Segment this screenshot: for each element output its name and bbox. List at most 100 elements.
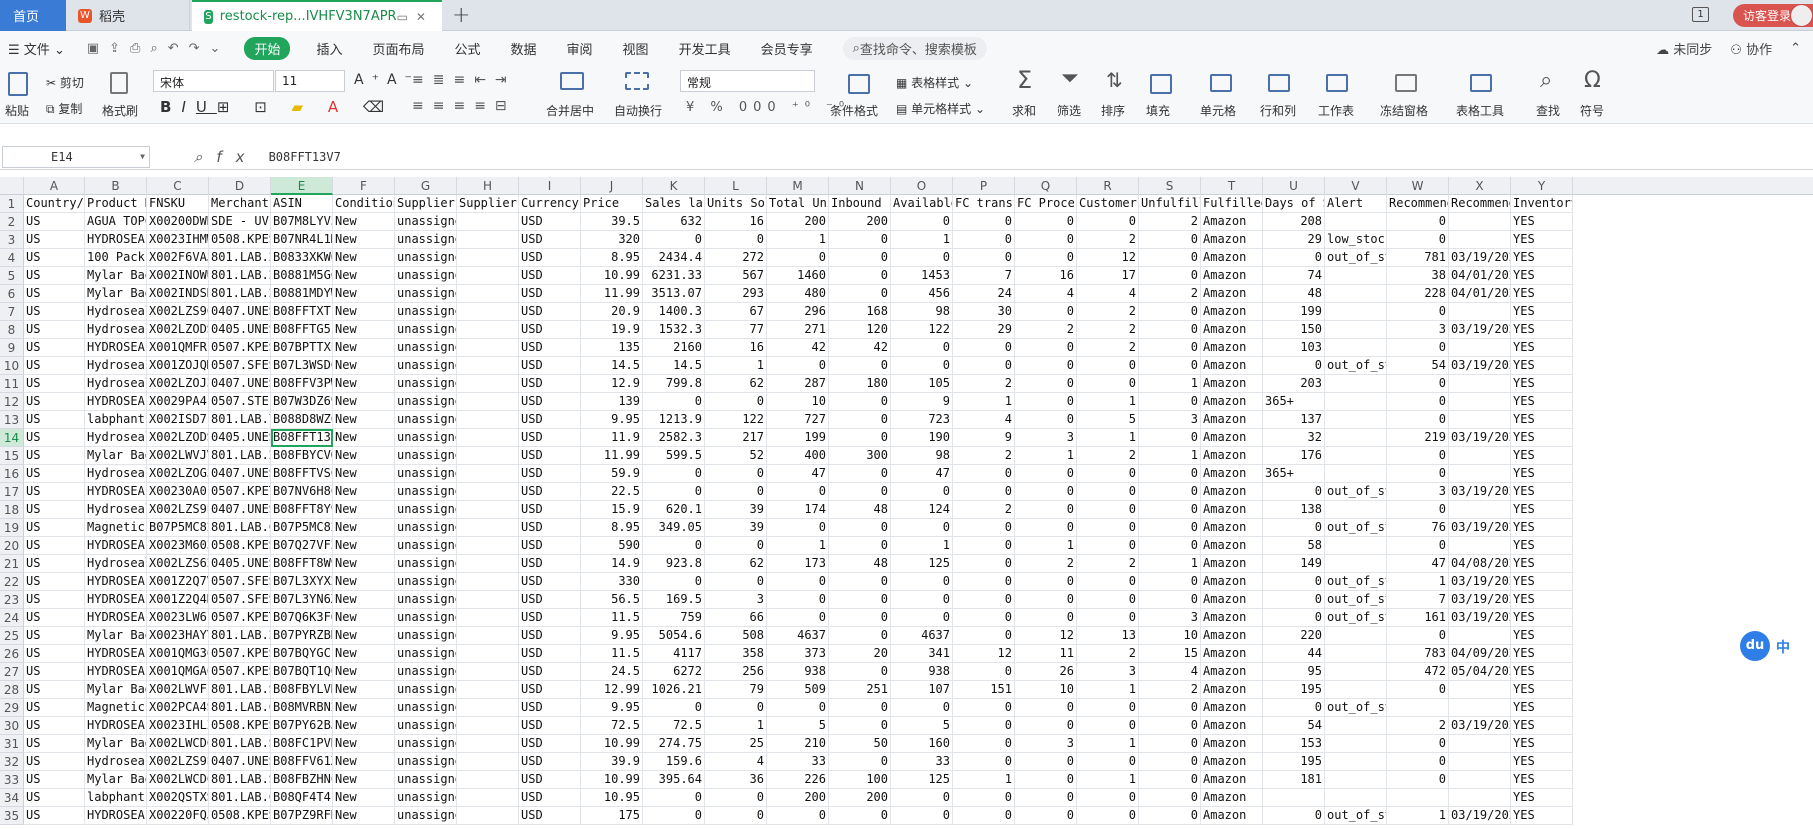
cell-J24[interactable]: 11.5 [581, 609, 643, 627]
cell-K34[interactable]: 0 [643, 789, 705, 807]
cell-D8[interactable]: 0405.UNES [209, 321, 271, 339]
cell-O33[interactable]: 125 [891, 771, 953, 789]
cell-J1[interactable]: Price [581, 195, 643, 213]
cell-L7[interactable]: 67 [705, 303, 767, 321]
cell-I23[interactable]: USD [519, 591, 581, 609]
cell-M5[interactable]: 1460 [767, 267, 829, 285]
number-format-select[interactable]: 常规 [680, 70, 815, 92]
row-header-11[interactable]: 11 [0, 375, 24, 393]
cell-H15[interactable] [457, 447, 519, 465]
cell-B26[interactable]: HYDROSEAL [85, 645, 147, 663]
cell-S22[interactable]: 0 [1139, 573, 1201, 591]
cell-Y26[interactable]: YES [1511, 645, 1573, 663]
cell-P19[interactable]: 0 [953, 519, 1015, 537]
cell-V33[interactable] [1325, 771, 1387, 789]
menu-review[interactable]: 审阅 [567, 39, 593, 58]
cell-S32[interactable]: 0 [1139, 753, 1201, 771]
cell-G35[interactable]: unassigned [395, 807, 457, 825]
cell-G22[interactable]: unassigned [395, 573, 457, 591]
cell-T19[interactable]: Amazon [1201, 519, 1263, 537]
cell-B2[interactable]: AGUA TOPC [85, 213, 147, 231]
cell-S15[interactable]: 1 [1139, 447, 1201, 465]
cell-I24[interactable]: USD [519, 609, 581, 627]
cell-T32[interactable]: Amazon [1201, 753, 1263, 771]
cell-F2[interactable]: New [333, 213, 395, 231]
cell-R22[interactable]: 0 [1077, 573, 1139, 591]
column-header-O[interactable]: O [891, 177, 953, 195]
cell-N31[interactable]: 50 [829, 735, 891, 753]
column-header-V[interactable]: V [1325, 177, 1387, 195]
column-header-E[interactable]: E [271, 177, 333, 195]
cell-N32[interactable]: 0 [829, 753, 891, 771]
cell-P18[interactable]: 2 [953, 501, 1015, 519]
font-name-select[interactable]: 宋体 [153, 70, 274, 92]
row-header-15[interactable]: 15 [0, 447, 24, 465]
cell-J23[interactable]: 56.5 [581, 591, 643, 609]
cell-T4[interactable]: Amazon [1201, 249, 1263, 267]
cell-H16[interactable] [457, 465, 519, 483]
cell-S6[interactable]: 2 [1139, 285, 1201, 303]
row-header-17[interactable]: 17 [0, 483, 24, 501]
cell-K35[interactable]: 0 [643, 807, 705, 825]
cell-Q12[interactable]: 0 [1015, 393, 1077, 411]
cell-L13[interactable]: 122 [705, 411, 767, 429]
cell-L32[interactable]: 4 [705, 753, 767, 771]
cell-F34[interactable]: New [333, 789, 395, 807]
cell-C22[interactable]: X001Z2Q7V [147, 573, 209, 591]
cell-Y15[interactable]: YES [1511, 447, 1573, 465]
cell-L35[interactable]: 0 [705, 807, 767, 825]
cell-G5[interactable]: unassigned [395, 267, 457, 285]
cell-W28[interactable]: 0 [1387, 681, 1449, 699]
cell-R29[interactable]: 0 [1077, 699, 1139, 717]
cell-J30[interactable]: 72.5 [581, 717, 643, 735]
cell-I17[interactable]: USD [519, 483, 581, 501]
cell-Q14[interactable]: 3 [1015, 429, 1077, 447]
cell-H24[interactable] [457, 609, 519, 627]
cell-S2[interactable]: 2 [1139, 213, 1201, 231]
cell-J26[interactable]: 11.5 [581, 645, 643, 663]
cell-M15[interactable]: 400 [767, 447, 829, 465]
cell-C18[interactable]: X002LZS9E [147, 501, 209, 519]
cell-U10[interactable]: 0 [1263, 357, 1325, 375]
cell-Y11[interactable]: YES [1511, 375, 1573, 393]
cell-P10[interactable]: 0 [953, 357, 1015, 375]
cell-F5[interactable]: New [333, 267, 395, 285]
cell-H1[interactable]: Supplier [457, 195, 519, 213]
cell-C32[interactable]: X002LZS9E [147, 753, 209, 771]
cell-U17[interactable]: 0 [1263, 483, 1325, 501]
cell-L23[interactable]: 3 [705, 591, 767, 609]
cell-X13[interactable] [1449, 411, 1511, 429]
cell-J11[interactable]: 12.9 [581, 375, 643, 393]
cell-M17[interactable]: 0 [767, 483, 829, 501]
column-header-G[interactable]: G [395, 177, 457, 195]
cell-B31[interactable]: Mylar Bag [85, 735, 147, 753]
cell-J19[interactable]: 8.95 [581, 519, 643, 537]
cell-G31[interactable]: unassigned [395, 735, 457, 753]
cell-K13[interactable]: 1213.9 [643, 411, 705, 429]
cell-H33[interactable] [457, 771, 519, 789]
cell-K11[interactable]: 799.8 [643, 375, 705, 393]
cell-L19[interactable]: 39 [705, 519, 767, 537]
cell-E7[interactable]: B08FFTXTL [271, 303, 333, 321]
cell-G9[interactable]: unassigned [395, 339, 457, 357]
cell-X4[interactable]: 03/19/202 [1449, 249, 1511, 267]
cell-Y27[interactable]: YES [1511, 663, 1573, 681]
cell-Y30[interactable]: YES [1511, 717, 1573, 735]
cell-Q33[interactable]: 0 [1015, 771, 1077, 789]
cell-A8[interactable]: US [24, 321, 85, 339]
cell-U22[interactable]: 0 [1263, 573, 1325, 591]
cell-P35[interactable]: 0 [953, 807, 1015, 825]
cell-F11[interactable]: New [333, 375, 395, 393]
cell-H14[interactable] [457, 429, 519, 447]
cell-V15[interactable] [1325, 447, 1387, 465]
cell-W4[interactable]: 781 [1387, 249, 1449, 267]
cell-Y20[interactable]: YES [1511, 537, 1573, 555]
sort-button[interactable]: 排序 [1101, 102, 1125, 119]
menu-developer[interactable]: 开发工具 [679, 39, 731, 58]
cell-J5[interactable]: 10.99 [581, 267, 643, 285]
cell-D21[interactable]: 0405.UNES [209, 555, 271, 573]
find-icon[interactable]: ⌕ [1540, 68, 1552, 93]
cell-N21[interactable]: 48 [829, 555, 891, 573]
cell-N19[interactable]: 0 [829, 519, 891, 537]
cell-M12[interactable]: 10 [767, 393, 829, 411]
